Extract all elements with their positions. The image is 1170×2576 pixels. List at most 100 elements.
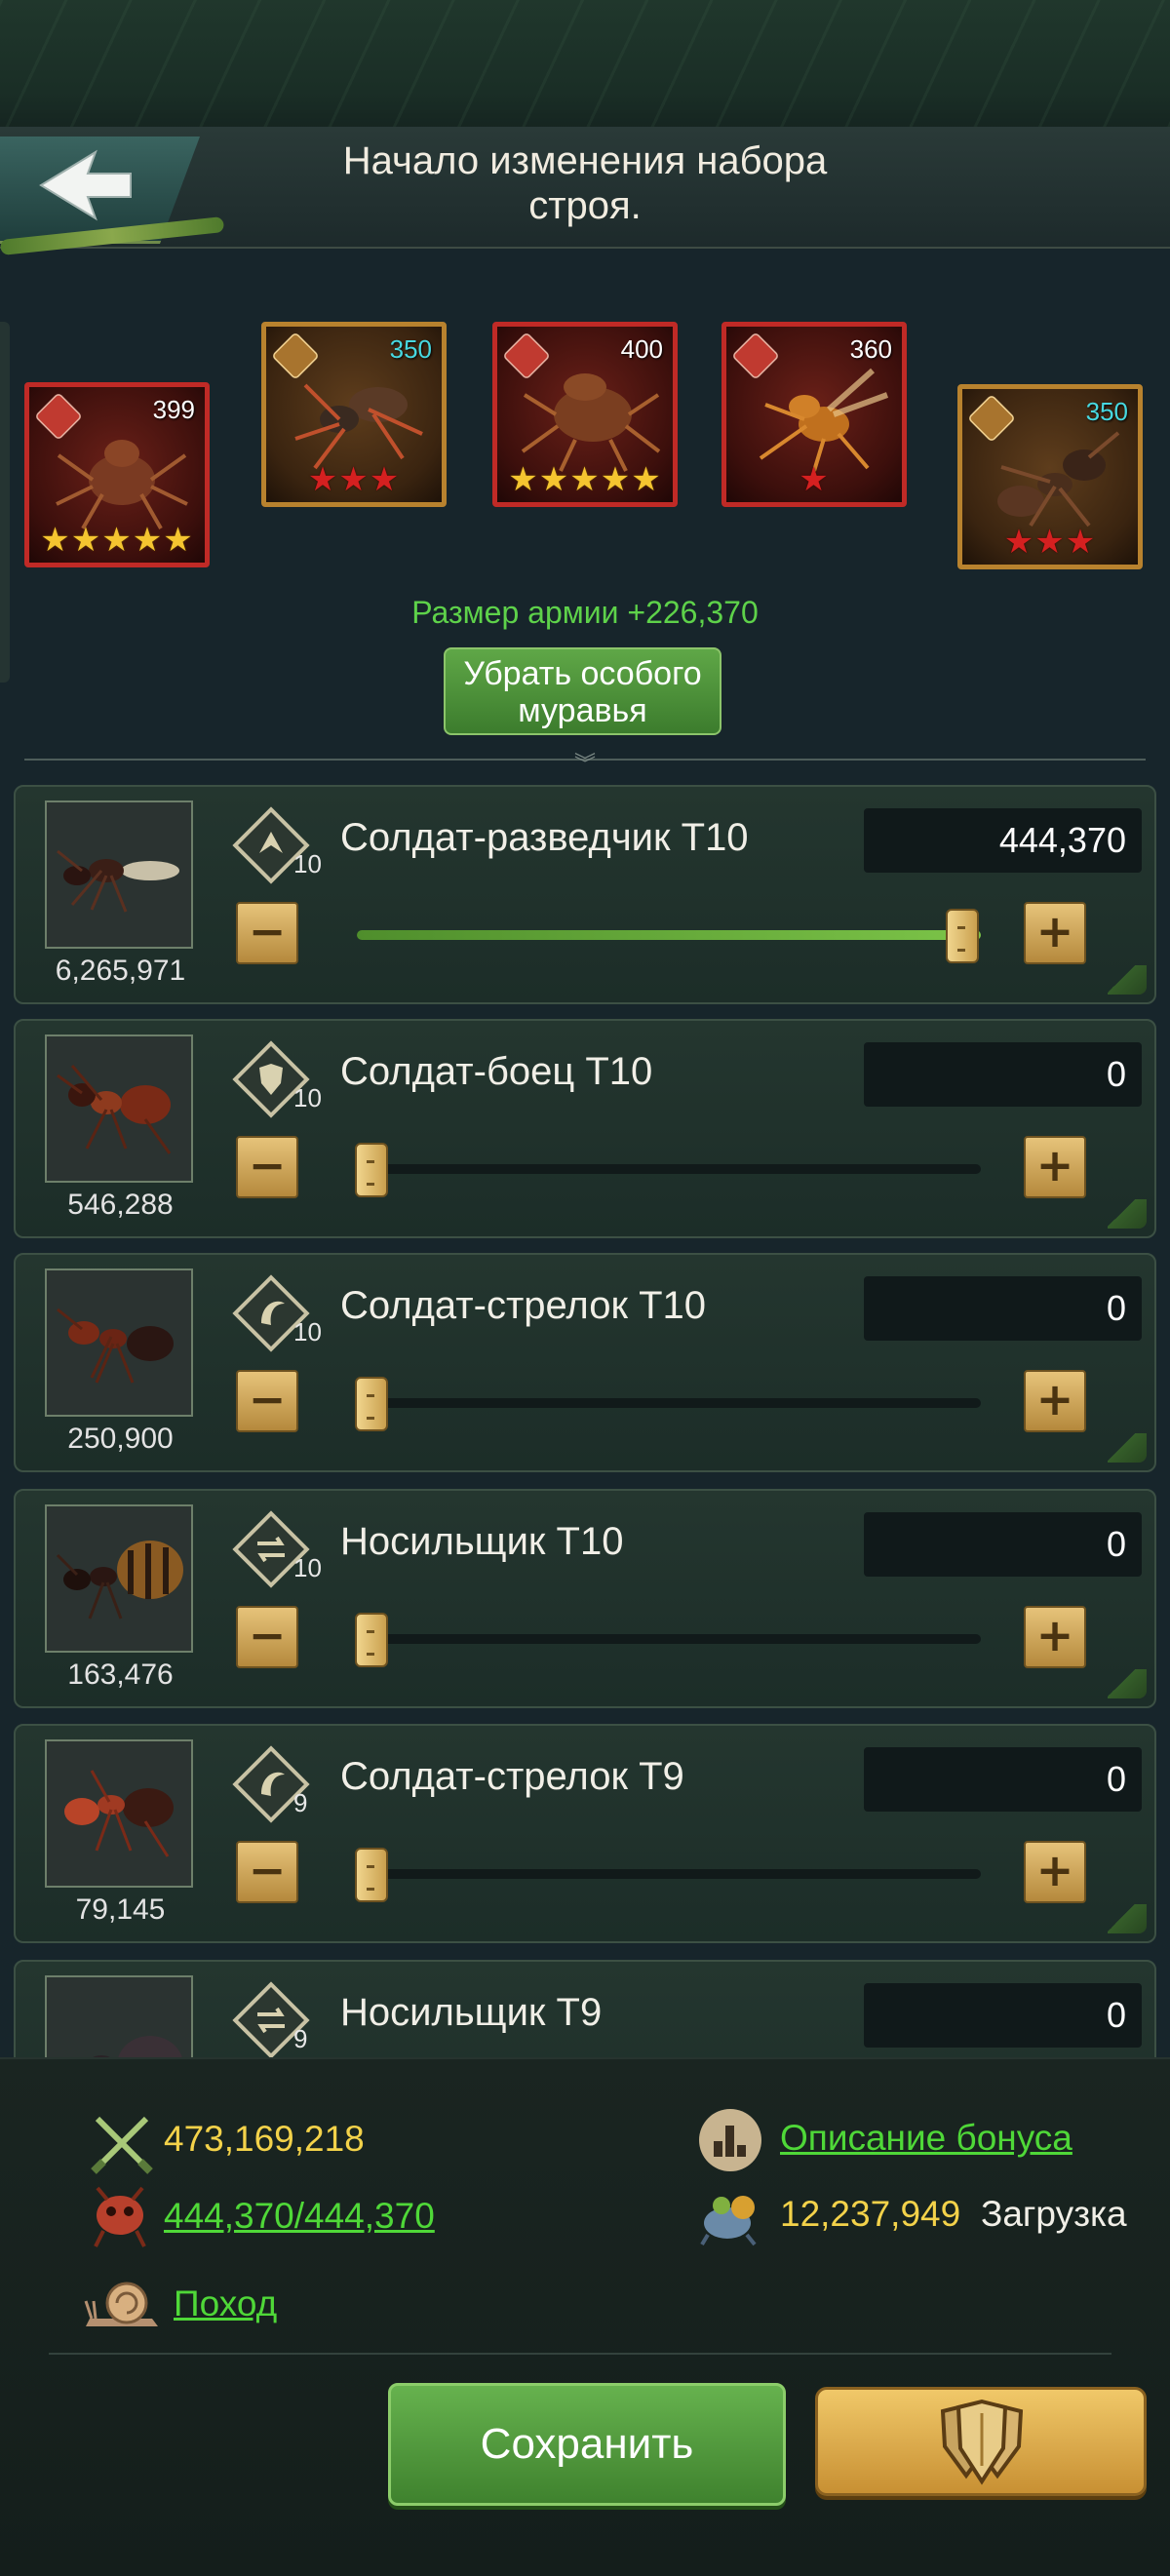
back-arrow-icon [39, 149, 132, 221]
ant-portrait [759, 368, 889, 472]
shield-icon [940, 2399, 1024, 2485]
hero-slot-3[interactable]: 400 ★★★★★ [492, 322, 678, 507]
quantity-slider[interactable] [355, 1143, 981, 1197]
troop-row: 546,288 10 Солдат-боец T10 0 − + [14, 1019, 1156, 1238]
troop-tier: 10 [293, 1553, 322, 1582]
troop-quantity-field[interactable]: 0 [864, 1512, 1142, 1577]
troop-capacity-stat[interactable]: 444,370/444,370 [86, 2186, 495, 2250]
quantity-slider[interactable] [357, 909, 981, 963]
increase-button[interactable]: + [1024, 1606, 1086, 1668]
save-button[interactable]: Сохранить [388, 2383, 786, 2506]
star-rating: ★★★ [1003, 523, 1097, 562]
increase-button[interactable]: + [1024, 902, 1086, 964]
remove-special-ant-button[interactable]: Убрать особого муравья [444, 647, 722, 735]
decrease-button[interactable]: − [236, 1370, 298, 1432]
troop-row: 9 Носильщик T9 0 [14, 1960, 1156, 2057]
troop-thumbnail [45, 1504, 193, 1653]
ant-image [64, 1770, 174, 1857]
slider-fill [357, 930, 981, 940]
troop-thumbnail [45, 1268, 193, 1417]
slider-handle[interactable] [355, 1377, 388, 1431]
troop-name: Солдат-стрелок T10 [340, 1284, 706, 1327]
star-rating: ★ [799, 460, 830, 499]
ant-image [57, 1065, 172, 1154]
troop-quantity-field[interactable]: 444,370 [864, 808, 1142, 873]
troop-thumbnail [45, 1975, 193, 2057]
troop-available-count: 163,476 [67, 1659, 174, 1691]
bonus-description[interactable]: Описание бонуса [696, 2106, 1125, 2174]
back-button[interactable] [0, 125, 225, 255]
troop-capacity-link[interactable]: 444,370/444,370 [164, 2196, 435, 2237]
power-stat: 473,169,218 [90, 2111, 402, 2174]
ant-portrait [56, 440, 188, 529]
remove-button-line2: муравья [518, 692, 647, 729]
hero-slot-1[interactable]: 399 ★★★★★ [24, 382, 210, 567]
troop-quantity-field[interactable]: 0 [864, 1747, 1142, 1812]
leaf-decoration [1108, 965, 1147, 995]
troop-row: 250,900 10 Солдат-стрелок T10 0 − + [14, 1253, 1156, 1472]
quantity-slider[interactable] [355, 1848, 981, 1902]
march-link[interactable]: Поход [174, 2283, 277, 2324]
troop-name: Солдат-разведчик T10 [340, 816, 749, 859]
bottom-divider [49, 2353, 1112, 2355]
troop-available-count: 250,900 [67, 1423, 174, 1455]
slider-handle[interactable] [946, 909, 979, 963]
slider-handle[interactable] [355, 1143, 388, 1197]
slider-handle[interactable] [355, 1848, 388, 1902]
bar-chart-icon [699, 2109, 761, 2171]
page-title: Начало изменения набора строя. [244, 138, 926, 228]
crossed-swords-icon [91, 2116, 153, 2174]
hero-level: 399 [152, 395, 195, 424]
leaf-decoration [1108, 1904, 1147, 1933]
ant-head-icon [94, 2186, 146, 2247]
hero-slot-2[interactable]: 350 ★★★ [261, 322, 447, 507]
formation-button[interactable] [815, 2387, 1147, 2496]
troop-tier: 10 [293, 849, 322, 878]
hero-slot-4[interactable]: 360 ★ [722, 322, 907, 507]
troop-list[interactable]: 6,265,971 10 Солдат-разведчик T10 444,37… [0, 780, 1170, 2057]
march-stat[interactable]: Поход [80, 2272, 333, 2336]
troop-quantity-field[interactable]: 0 [864, 1042, 1142, 1107]
hero-level: 400 [620, 334, 663, 364]
decrease-button[interactable]: − [236, 1136, 298, 1198]
hero-level: 350 [1085, 397, 1128, 426]
troop-tier: 9 [293, 2024, 308, 2053]
increase-button[interactable]: + [1024, 1841, 1086, 1903]
quantity-slider[interactable] [355, 1377, 981, 1431]
decrease-button[interactable]: − [236, 902, 298, 964]
ant-image [57, 1308, 174, 1384]
increase-button[interactable]: + [1024, 1136, 1086, 1198]
load-value: 12,237,949 [780, 2194, 961, 2234]
troop-name: Носильщик T9 [340, 1991, 603, 2034]
troop-thumbnail [45, 1739, 193, 1888]
troop-quantity-field[interactable]: 0 [864, 1276, 1142, 1341]
background-foliage [0, 0, 1170, 132]
increase-button[interactable]: + [1024, 1370, 1086, 1432]
quantity-slider[interactable] [355, 1613, 981, 1667]
troop-tier: 10 [293, 1317, 322, 1347]
bonus-description-link[interactable]: Описание бонуса [780, 2118, 1072, 2159]
ant-image [93, 2036, 182, 2057]
slider-handle[interactable] [355, 1613, 388, 1667]
ant-image [57, 849, 179, 913]
star-rating: ★★★★★ [40, 521, 194, 560]
star-rating: ★★★ [307, 460, 401, 499]
decrease-button[interactable]: − [236, 1841, 298, 1903]
hero-slot-5[interactable]: 350 ★★★ [957, 384, 1143, 569]
troop-tier: 9 [293, 1788, 308, 1817]
troop-available-count: 6,265,971 [55, 955, 186, 987]
hero-level: 350 [389, 334, 432, 364]
troop-thumbnail [45, 1034, 193, 1183]
troop-quantity-field[interactable]: 0 [864, 1983, 1142, 2048]
ant-portrait [997, 431, 1120, 527]
leaf-decoration [1108, 1669, 1147, 1698]
troop-tier: 10 [293, 1083, 322, 1112]
load-label: Загрузка [981, 2194, 1127, 2234]
decrease-button[interactable]: − [236, 1606, 298, 1668]
leaf-decoration [1108, 1433, 1147, 1463]
troop-available-count: 546,288 [67, 1189, 174, 1221]
ant-image [56, 1541, 183, 1620]
power-value: 473,169,218 [164, 2119, 365, 2159]
snail-icon [84, 2282, 158, 2326]
troop-name: Солдат-стрелок T9 [340, 1755, 684, 1798]
